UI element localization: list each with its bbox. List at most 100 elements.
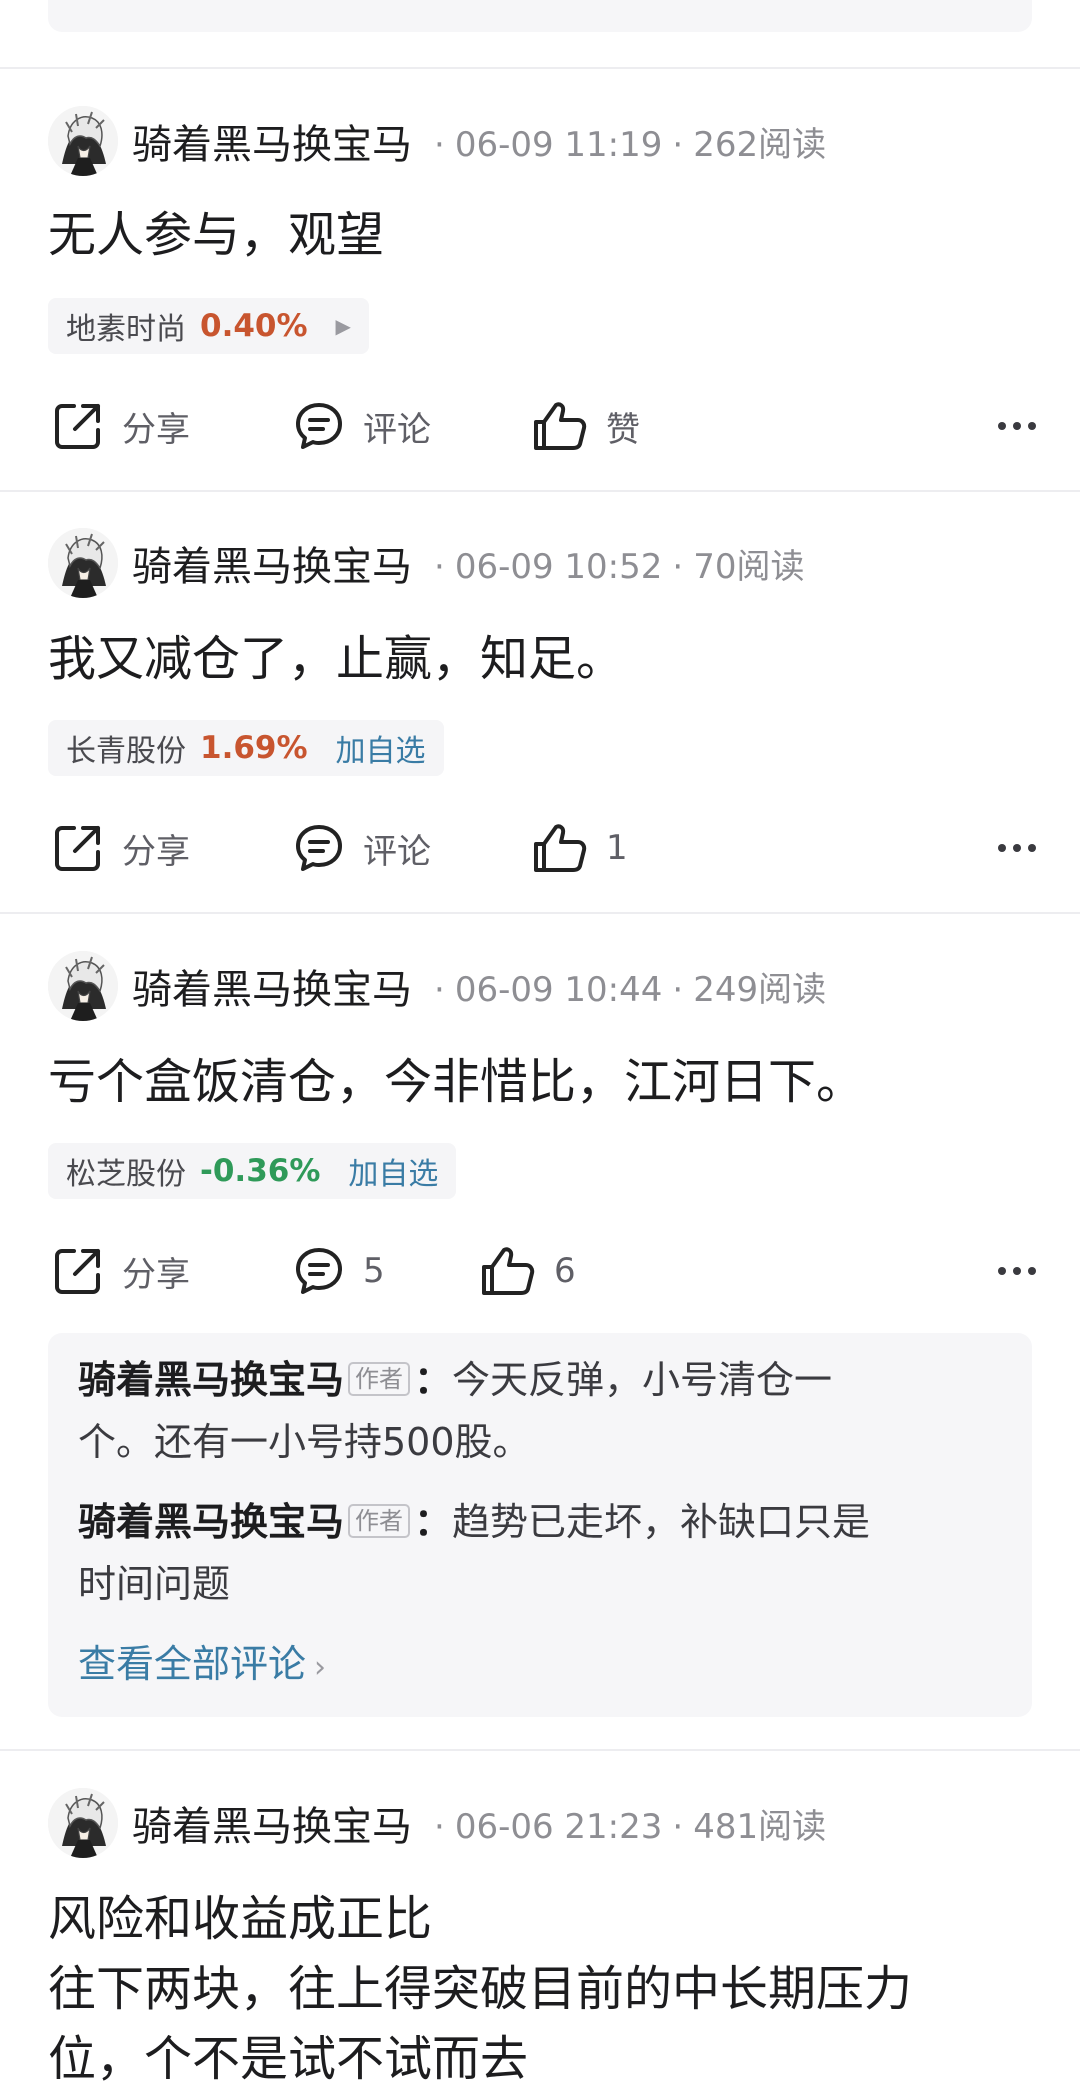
action-bar: 分享 5 6 [0,1241,1080,1301]
like-button[interactable]: 1 [532,818,628,878]
divider [0,1749,1080,1751]
divider [0,912,1080,914]
share-icon [52,1245,104,1297]
thumbs-up-icon [532,822,588,874]
post-date: 06-09 10:44 [454,969,663,1010]
post-meta: · 06-09 10:52 · 70阅读 [434,546,805,587]
author-name[interactable]: 骑着黑马换宝马 [132,534,412,592]
post-text: 亏个盒饭清仓，今非惜比，江河日下。 [48,1047,864,1117]
post-header: 骑着黑马换宝马 · 06-09 10:52 · 70阅读 [48,528,804,598]
add-watchlist-button[interactable]: 加自选 [336,726,426,770]
action-bar: 分享 评论 1 [0,818,1080,878]
view-all-comments-link[interactable]: 查看全部评论 › [78,1633,326,1688]
stock-change: 0.40% [200,308,308,344]
divider [0,490,1080,492]
action-bar: 分享 评论 赞 [0,396,1080,456]
post-text: 风险和收益成正比 往下两块，往上得突破目前的中长期压力 位，个不是试不试而去 [48,1884,912,2094]
stock-name: 松芝股份 [66,1157,186,1192]
post-text-line: 往下两块，往上得突破目前的中长期压力 [48,1961,913,2017]
share-button[interactable]: 分享 [52,396,190,456]
share-button[interactable]: 分享 [52,1241,190,1301]
share-label: 分享 [122,409,190,450]
like-count: 6 [554,1251,576,1291]
add-watchlist-button[interactable]: 加自选 [348,1149,438,1193]
post-meta: · 06-06 21:23 · 481阅读 [434,1806,827,1847]
comment-text: 时间问题 [78,1562,231,1606]
comment-colon: ： [414,1500,453,1544]
post-text: 无人参与，观望 [48,200,384,270]
share-icon [52,822,104,874]
comment-label: 评论 [363,831,431,872]
comment-text: 今天反弹，小号清仓一 [452,1358,833,1402]
more-options-icon[interactable] [991,844,1036,852]
stock-tag[interactable]: 松芝股份 -0.36% 加自选 [48,1143,457,1199]
comment-author[interactable]: 骑着黑马换宝马 [78,1358,344,1402]
comment-count: 5 [363,1251,385,1291]
post-text-line: 无人参与，观望 [48,207,385,263]
view-all-label: 查看全部评论 [78,1642,307,1686]
comment-preview-box: 骑着黑马换宝马 作者 ：今天反弹，小号清仓一 个。还有一小号持500股。 骑着黑马换… [48,1333,1032,1717]
like-label: 赞 [606,409,640,450]
avatar[interactable] [48,951,118,1021]
post-date: 06-06 21:23 [454,1806,663,1847]
stock-name: 地素时尚 [66,312,186,347]
thumbs-up-icon [480,1245,536,1297]
comment-icon [293,400,345,452]
post-text-line: 我又减仓了，止赢，知足。 [48,631,625,687]
comment-icon [293,1245,345,1297]
like-button[interactable]: 赞 [532,396,640,456]
avatar[interactable] [48,1788,118,1858]
like-button[interactable]: 6 [480,1241,576,1301]
divider [0,67,1080,69]
post-text-line: 位，个不是试不试而去 [48,2031,529,2087]
author-name[interactable]: 骑着黑马换宝马 [132,1794,412,1852]
author-badge: 作者 [348,1361,411,1396]
post-header: 骑着黑马换宝马 · 06-09 11:19 · 262阅读 [48,106,826,176]
thumbs-up-icon [532,400,588,452]
comment-item[interactable]: 骑着黑马换宝马 作者 ：趋势已走坏，补缺口只是 时间问题 [78,1491,998,1615]
previous-post-card [48,0,1032,32]
avatar[interactable] [48,528,118,598]
post-meta: · 06-09 10:44 · 249阅读 [434,969,827,1010]
post-text-line: 风险和收益成正比 [48,1891,433,1947]
post-meta: · 06-09 11:19 · 262阅读 [434,124,827,165]
comment-button[interactable]: 5 [293,1241,385,1301]
stock-change: 1.69% [200,730,308,766]
comment-author[interactable]: 骑着黑马换宝马 [78,1500,344,1544]
author-name[interactable]: 骑着黑马换宝马 [132,957,412,1015]
read-count: 262阅读 [693,124,827,165]
avatar[interactable] [48,106,118,176]
comment-button[interactable]: 评论 [293,818,431,878]
comment-item[interactable]: 骑着黑马换宝马 作者 ：今天反弹，小号清仓一 个。还有一小号持500股。 [78,1349,998,1473]
read-count: 70阅读 [693,546,805,587]
stock-change: -0.36% [200,1153,321,1189]
share-label: 分享 [122,1254,190,1295]
post-date: 06-09 10:52 [454,546,663,587]
comment-label: 评论 [363,409,431,450]
post-text-line: 亏个盒饭清仓，今非惜比，江河日下。 [48,1054,865,1110]
share-button[interactable]: 分享 [52,818,190,878]
post-date: 06-09 11:19 [454,124,663,165]
post-header: 骑着黑马换宝马 · 06-06 21:23 · 481阅读 [48,1788,826,1858]
read-count: 481阅读 [693,1806,827,1847]
post-header: 骑着黑马换宝马 · 06-09 10:44 · 249阅读 [48,951,826,1021]
comment-text: 趋势已走坏，补缺口只是 [452,1500,871,1544]
stock-name: 长青股份 [66,734,186,769]
stock-tag[interactable]: 长青股份 1.69% 加自选 [48,720,444,776]
chevron-right-icon: › [314,1650,327,1685]
share-label: 分享 [122,831,190,872]
share-icon [52,400,104,452]
comment-colon: ： [414,1358,453,1402]
more-options-icon[interactable] [991,422,1036,430]
read-count: 249阅读 [693,969,827,1010]
stock-tag[interactable]: 地素时尚 0.40% ▶ [48,298,369,354]
author-badge: 作者 [348,1503,411,1538]
post-text: 我又减仓了，止赢，知足。 [48,624,624,694]
like-count: 1 [606,828,628,868]
comment-icon [293,822,345,874]
more-options-icon[interactable] [991,1267,1036,1275]
author-name[interactable]: 骑着黑马换宝马 [132,112,412,170]
play-arrow-icon: ▶ [335,314,351,338]
comment-text: 个。还有一小号持500股。 [78,1420,531,1464]
comment-button[interactable]: 评论 [293,396,431,456]
